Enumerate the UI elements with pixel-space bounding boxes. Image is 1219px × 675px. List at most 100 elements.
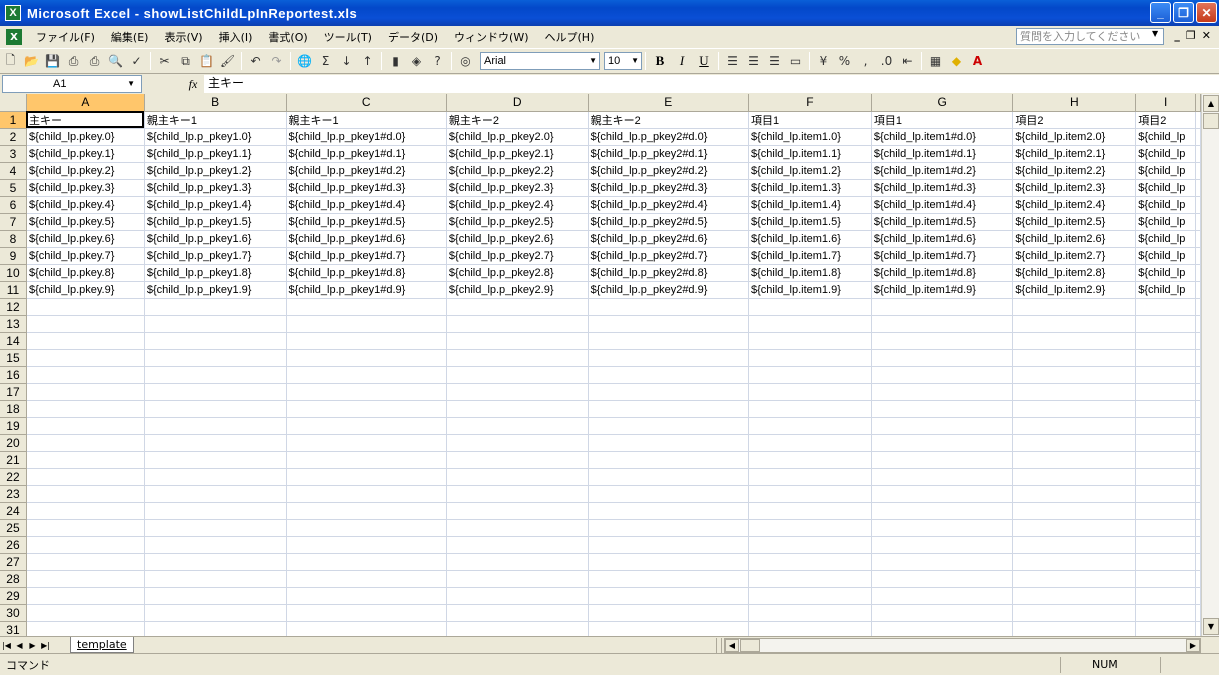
cell[interactable]	[871, 502, 1014, 520]
cell[interactable]	[446, 519, 589, 537]
font-color-icon[interactable]: A	[967, 51, 988, 72]
cell[interactable]: ${child_lp.item1#d.0}	[871, 128, 1014, 146]
menu-insert[interactable]: 挿入(I)	[211, 29, 261, 45]
row-header[interactable]: 23	[0, 485, 27, 503]
cell[interactable]: 親主キー2	[446, 111, 589, 129]
cell[interactable]	[286, 570, 447, 588]
cell[interactable]	[286, 434, 447, 452]
column-header[interactable]: C	[286, 94, 447, 112]
permission-icon[interactable]: ⎙	[63, 51, 84, 72]
cell[interactable]	[26, 519, 145, 537]
cell[interactable]: ${child_lp.pkey.1}	[26, 145, 145, 163]
drawing-icon[interactable]: ◈	[406, 51, 427, 72]
cell[interactable]: ${child_lp	[1135, 162, 1196, 180]
cell[interactable]	[286, 621, 447, 636]
cell[interactable]	[1195, 621, 1201, 636]
cell[interactable]	[588, 621, 749, 636]
cell[interactable]: ${child_lp.pkey.7}	[26, 247, 145, 265]
cell[interactable]	[1135, 485, 1196, 503]
cell[interactable]	[144, 400, 287, 418]
column-header[interactable]: H	[1012, 94, 1137, 112]
cell[interactable]	[1012, 519, 1137, 537]
row-header[interactable]: 28	[0, 570, 27, 588]
cell[interactable]	[1135, 298, 1196, 316]
cell[interactable]	[588, 366, 749, 384]
cell[interactable]	[588, 468, 749, 486]
cell[interactable]	[871, 468, 1014, 486]
cell[interactable]	[26, 298, 145, 316]
cell[interactable]: ${child_lp.p_pkey2#d.0}	[588, 128, 749, 146]
cell[interactable]	[1195, 281, 1201, 299]
cell[interactable]	[26, 434, 145, 452]
cell[interactable]	[1195, 434, 1201, 452]
cell[interactable]	[1195, 417, 1201, 435]
cell[interactable]	[144, 315, 287, 333]
cell[interactable]: ${child_lp.item1#d.9}	[871, 281, 1014, 299]
cell[interactable]	[748, 570, 872, 588]
cell[interactable]	[588, 298, 749, 316]
cell[interactable]	[286, 400, 447, 418]
cell[interactable]	[588, 434, 749, 452]
row-header[interactable]: 13	[0, 315, 27, 333]
cell[interactable]: ${child_lp	[1135, 230, 1196, 248]
cell[interactable]: ${child_lp.item2.6}	[1012, 230, 1137, 248]
cell[interactable]	[748, 604, 872, 622]
cell[interactable]	[286, 298, 447, 316]
cell[interactable]: ${child_lp.p_pkey1#d.1}	[286, 145, 447, 163]
menu-view[interactable]: 表示(V)	[156, 29, 210, 45]
cell[interactable]	[286, 536, 447, 554]
cell[interactable]	[26, 468, 145, 486]
cell[interactable]: ${child_lp.pkey.5}	[26, 213, 145, 231]
cell[interactable]: ${child_lp.item1.5}	[748, 213, 872, 231]
cell[interactable]	[588, 553, 749, 571]
cell[interactable]: ${child_lp.p_pkey2.9}	[446, 281, 589, 299]
print-icon[interactable]: ⎙	[84, 51, 105, 72]
menu-edit[interactable]: 編集(E)	[103, 29, 157, 45]
bold-button[interactable]: B	[649, 51, 671, 72]
menu-data[interactable]: データ(D)	[380, 29, 446, 45]
cell[interactable]: ${child_lp.item1.9}	[748, 281, 872, 299]
cell[interactable]	[748, 519, 872, 537]
cell[interactable]	[1195, 264, 1201, 282]
cell[interactable]	[144, 519, 287, 537]
autosum-icon[interactable]: Σ	[315, 51, 336, 72]
cell[interactable]	[748, 383, 872, 401]
cell[interactable]	[1012, 383, 1137, 401]
cell[interactable]	[144, 553, 287, 571]
cell[interactable]: ${child_lp.p_pkey2.6}	[446, 230, 589, 248]
underline-button[interactable]: U	[693, 51, 715, 72]
row-header[interactable]: 3	[0, 145, 27, 163]
cell[interactable]: ${child_lp.item2.2}	[1012, 162, 1137, 180]
cell[interactable]	[1012, 536, 1137, 554]
cell[interactable]: ${child_lp.p_pkey2.4}	[446, 196, 589, 214]
cell[interactable]	[871, 604, 1014, 622]
chevron-down-icon[interactable]: ▼	[1152, 29, 1158, 38]
comma-icon[interactable]: ,	[855, 51, 876, 72]
cell[interactable]: ${child_lp.p_pkey1#d.4}	[286, 196, 447, 214]
row-header[interactable]: 20	[0, 434, 27, 452]
cell[interactable]	[286, 553, 447, 571]
column-header[interactable]: B	[144, 94, 287, 112]
row-header[interactable]: 26	[0, 536, 27, 554]
horizontal-scroll-thumb[interactable]	[740, 639, 760, 652]
copy-icon[interactable]: ⧉	[175, 51, 196, 72]
cell[interactable]	[446, 587, 589, 605]
undo-icon[interactable]: ↶	[245, 51, 266, 72]
cell[interactable]: ${child_lp.p_pkey2.5}	[446, 213, 589, 231]
spelling-icon[interactable]: ✓	[126, 51, 147, 72]
row-header[interactable]: 4	[0, 162, 27, 180]
cell[interactable]: ${child_lp.p_pkey2#d.7}	[588, 247, 749, 265]
cell[interactable]	[588, 502, 749, 520]
cell[interactable]	[1195, 230, 1201, 248]
cell[interactable]	[1195, 145, 1201, 163]
cell[interactable]	[286, 332, 447, 350]
menu-format[interactable]: 書式(O)	[260, 29, 315, 45]
cell[interactable]: ${child_lp.item1#d.4}	[871, 196, 1014, 214]
cell[interactable]	[144, 485, 287, 503]
cell[interactable]	[286, 417, 447, 435]
cell[interactable]	[144, 434, 287, 452]
cell[interactable]	[1135, 621, 1196, 636]
cell[interactable]	[1135, 383, 1196, 401]
font-size-select[interactable]: 10 ▼	[604, 52, 642, 70]
cell[interactable]: 項目1	[748, 111, 872, 129]
